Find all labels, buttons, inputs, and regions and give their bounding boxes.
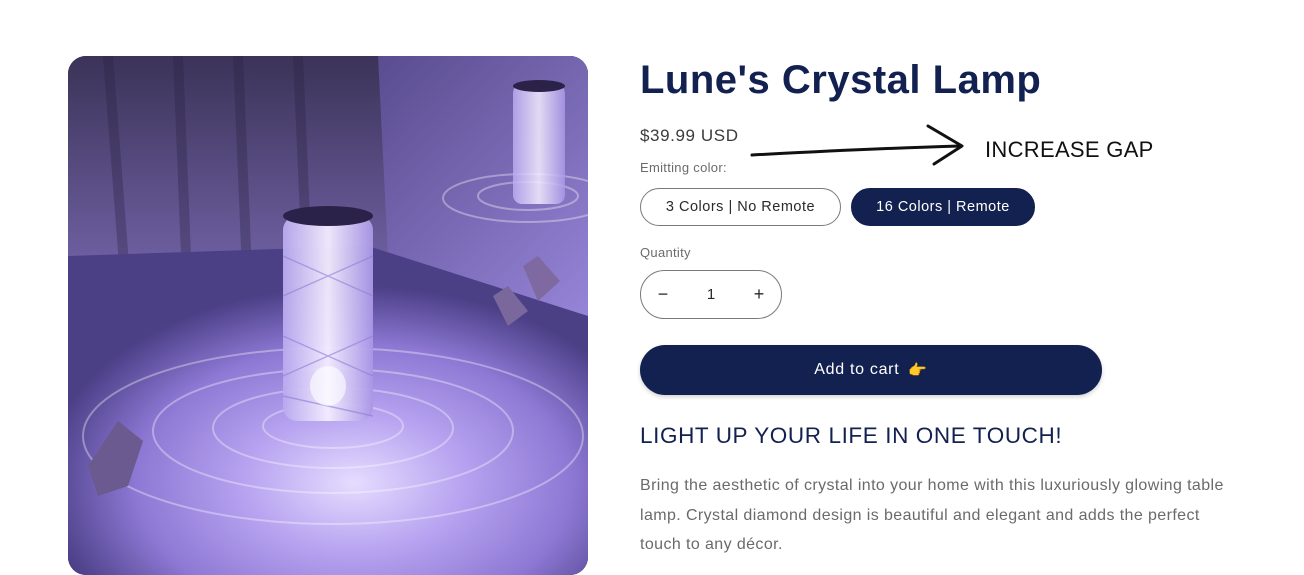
variant-option-16-colors[interactable]: 16 Colors | Remote <box>851 188 1035 226</box>
product-page: Lune's Crystal Lamp $39.99 USD Emitting … <box>0 0 1304 575</box>
product-headline: LIGHT UP YOUR LIFE IN ONE TOUCH! <box>640 423 1063 448</box>
quantity-increase-button[interactable]: + <box>737 271 781 318</box>
add-to-cart-button[interactable]: Add to cart 👉 <box>640 345 1102 395</box>
minus-icon: − <box>657 284 669 304</box>
arrow-right-icon <box>750 124 964 166</box>
quantity-decrease-button[interactable]: − <box>641 271 685 318</box>
product-title: Lune's Crystal Lamp <box>640 58 1042 102</box>
variant-option-label: 3 Colors | No Remote <box>665 199 816 215</box>
quantity-stepper: − + <box>640 270 782 319</box>
crystal-lamp-photo <box>68 56 588 575</box>
annotation-text: INCREASE GAP <box>985 137 1154 162</box>
product-image[interactable] <box>68 56 588 575</box>
product-description: Bring the aesthetic of crystal into your… <box>640 477 1224 553</box>
quantity-input[interactable] <box>685 285 737 304</box>
variant-option-3-colors[interactable]: 3 Colors | No Remote <box>640 188 841 226</box>
plus-icon: + <box>753 284 765 304</box>
quantity-label: Quantity <box>640 245 691 260</box>
variant-option-label: 16 Colors | Remote <box>876 199 1010 215</box>
product-price: $39.99 USD <box>640 126 739 145</box>
variant-label: Emitting color: <box>640 160 727 175</box>
product-info: Lune's Crystal Lamp $39.99 USD Emitting … <box>640 0 1260 575</box>
pointing-hand-icon: 👉 <box>908 362 928 379</box>
add-to-cart-label: Add to cart <box>814 361 900 378</box>
